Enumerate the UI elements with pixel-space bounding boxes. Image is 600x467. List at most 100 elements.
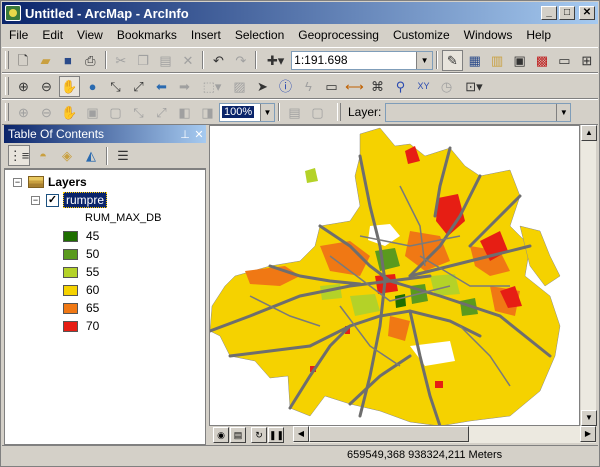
catalog-button[interactable]: ▥	[487, 50, 507, 71]
cut-button[interactable]: ✂	[111, 50, 131, 71]
undo-button[interactable]: ↶	[208, 50, 228, 71]
layout-view-button[interactable]: ▤	[230, 426, 246, 443]
pan-button[interactable]: ✋	[59, 75, 80, 97]
toolbar-grip[interactable]	[337, 103, 341, 121]
refresh-button[interactable]: ↻	[251, 426, 267, 443]
scroll-down-icon[interactable]: ▼	[581, 410, 597, 426]
map-display[interactable]	[209, 125, 580, 426]
menu-windows[interactable]: Windows	[457, 28, 520, 42]
layout-zoom-out-button[interactable]: ⊖	[36, 102, 57, 123]
legend-item[interactable]: 55	[63, 264, 99, 280]
collapse-icon[interactable]: −	[31, 195, 40, 205]
map-horizontal-scrollbar[interactable]: ◀ ▶	[293, 426, 596, 443]
next-extent-button[interactable]: ➡	[174, 76, 195, 97]
legend-item[interactable]: 50	[63, 246, 99, 262]
select-features-button[interactable]: ⬚▾	[197, 76, 227, 97]
layout-zoom-combo[interactable]: 100% ▼	[219, 102, 275, 122]
full-extent-button[interactable]: ●	[82, 76, 103, 97]
fixed-zoom-in-button[interactable]: ⤡	[105, 76, 126, 97]
delete-button[interactable]: ✕	[178, 50, 198, 71]
print-button[interactable]: ⎙	[80, 50, 100, 71]
toolbar-grip[interactable]	[5, 103, 9, 121]
maximize-button[interactable]: □	[559, 6, 575, 20]
fixed-zoom-out-layout-button[interactable]: ⤢	[151, 102, 172, 123]
scroll-right-icon[interactable]: ▶	[580, 426, 596, 442]
fixed-zoom-in-layout-button[interactable]: ⤡	[128, 102, 149, 123]
layer-name[interactable]: rumpre	[63, 192, 108, 208]
measure-button[interactable]: ⟷	[344, 76, 365, 97]
hyperlink-button[interactable]: ϟ	[298, 76, 319, 97]
close-button[interactable]: ✕	[579, 6, 595, 20]
menu-geoprocessing[interactable]: Geoprocessing	[291, 28, 386, 42]
scroll-thumb[interactable]	[309, 426, 469, 442]
list-by-drawing-order-button[interactable]: ⋮≡	[8, 145, 30, 166]
georeferencing-layer-combo[interactable]: ▼	[385, 102, 572, 122]
layer-visibility-checkbox[interactable]: ✓	[46, 193, 59, 207]
zoom-in-button[interactable]: ⊕	[13, 76, 34, 97]
toolbar-grip[interactable]	[5, 77, 9, 95]
legend-item[interactable]: 65	[63, 300, 99, 316]
chevron-down-icon[interactable]: ▼	[260, 103, 274, 121]
select-elements-button[interactable]: ➤	[252, 76, 273, 97]
legend-item[interactable]: 45	[63, 228, 99, 244]
chevron-down-icon[interactable]: ▼	[556, 103, 570, 121]
menu-insert[interactable]: Insert	[184, 28, 228, 42]
menu-selection[interactable]: Selection	[228, 28, 291, 42]
model-builder-button[interactable]: ⊞	[577, 50, 597, 71]
toggle-draft-mode-button[interactable]: ▤	[284, 102, 305, 123]
map-scale-combo[interactable]: 1:191.698 ▼	[291, 50, 434, 70]
toc-options-button[interactable]: ☰	[112, 145, 134, 166]
toolbar-grip[interactable]	[5, 51, 9, 69]
list-by-selection-button[interactable]: ◭	[80, 145, 102, 166]
clear-selection-button[interactable]: ▨	[229, 76, 250, 97]
paste-button[interactable]: ▤	[155, 50, 175, 71]
redo-button[interactable]: ↷	[231, 50, 251, 71]
zoom-100-button[interactable]: ▢	[105, 102, 126, 123]
search-window-button[interactable]: ▣	[509, 50, 529, 71]
save-button[interactable]: ■	[58, 50, 78, 71]
identify-button[interactable]: ⓘ	[275, 76, 296, 97]
layout-zoom-in-button[interactable]: ⊕	[13, 102, 34, 123]
menu-view[interactable]: View	[70, 28, 110, 42]
minimize-button[interactable]: _	[541, 6, 557, 20]
menu-customize[interactable]: Customize	[386, 28, 457, 42]
menu-file[interactable]: File	[2, 28, 35, 42]
html-popup-button[interactable]: ▭	[321, 76, 342, 97]
menu-help[interactable]: Help	[519, 28, 558, 42]
scroll-up-icon[interactable]: ▲	[581, 125, 597, 141]
fixed-zoom-out-button[interactable]: ⤢	[128, 76, 149, 97]
editor-toolbar-button[interactable]: ✎	[442, 49, 463, 71]
zoom-whole-page-button[interactable]: ▣	[82, 102, 103, 123]
zoom-out-button[interactable]: ⊖	[36, 76, 57, 97]
time-slider-button[interactable]: ◷	[436, 76, 457, 97]
legend-item[interactable]: 60	[63, 282, 99, 298]
data-frame-label[interactable]: Layers	[48, 175, 87, 189]
create-viewer-button[interactable]: ⊡▾	[459, 76, 489, 97]
collapse-icon[interactable]: −	[13, 177, 22, 187]
pin-icon[interactable]: ⊥	[178, 128, 192, 141]
go-to-xy-button[interactable]: XY	[413, 76, 434, 97]
find-route-button[interactable]: ⚲	[390, 76, 411, 97]
list-by-source-button[interactable]: ◓	[32, 145, 54, 166]
toc-close-icon[interactable]: ✕	[192, 128, 206, 141]
menu-bookmarks[interactable]: Bookmarks	[110, 28, 184, 42]
open-button[interactable]: ▰	[35, 50, 55, 71]
pause-drawing-button[interactable]: ❚❚	[268, 426, 284, 443]
layout-pan-button[interactable]: ✋	[59, 102, 80, 123]
copy-button[interactable]: ❐	[133, 50, 153, 71]
python-window-button[interactable]: ▭	[554, 50, 574, 71]
table-of-contents-button[interactable]: ▦	[465, 50, 485, 71]
chevron-down-icon[interactable]: ▼	[416, 51, 433, 69]
new-document-button[interactable]: 🗋	[13, 50, 33, 71]
go-forward-extent-button[interactable]: ◨	[197, 102, 218, 123]
scroll-left-icon[interactable]: ◀	[293, 426, 309, 442]
map-vertical-scrollbar[interactable]: ▲ ▼	[580, 125, 597, 426]
go-back-extent-button[interactable]: ◧	[174, 102, 195, 123]
previous-extent-button[interactable]: ⬅	[151, 76, 172, 97]
find-button[interactable]: ⌘	[367, 76, 388, 97]
data-view-button[interactable]: ◉	[213, 426, 229, 443]
menu-edit[interactable]: Edit	[35, 28, 70, 42]
arctoolbox-button[interactable]: ▩	[532, 50, 552, 71]
list-by-visibility-button[interactable]: ◈	[56, 145, 78, 166]
focus-data-frame-button[interactable]: ▢	[307, 102, 328, 123]
